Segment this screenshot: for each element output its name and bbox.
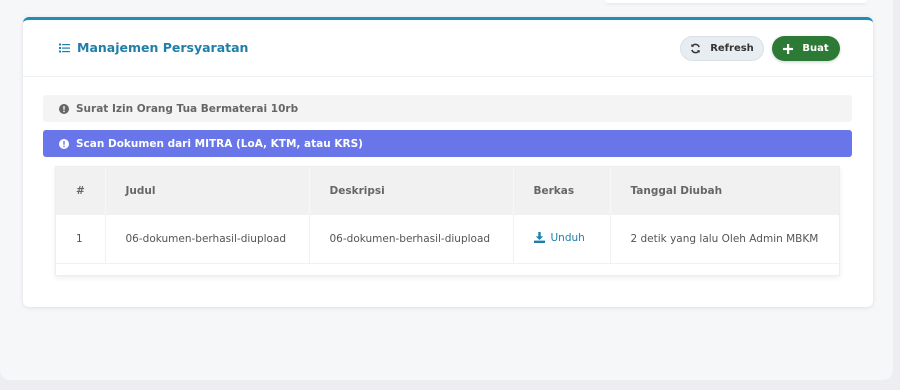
refresh-button[interactable]: Refresh: [680, 36, 764, 61]
table-row: 1 06-dokumen-berhasil-diupload 06-dokume…: [56, 215, 839, 264]
refresh-button-label: Refresh: [710, 43, 754, 54]
row-file-cell: Unduh: [513, 215, 611, 264]
column-header-description: Deskripsi: [309, 167, 514, 215]
info-circle-icon: [59, 103, 69, 114]
download-icon: [533, 232, 545, 243]
top-panel-edge: [605, 0, 867, 3]
plus-icon: [783, 43, 794, 54]
requirement-item-active[interactable]: Scan Dokumen dari MITRA (LoA, KTM, atau …: [43, 130, 852, 157]
documents-table: # Judul Deskripsi Berkas Tanggal Diubah …: [55, 166, 840, 276]
row-title: 06-dokumen-berhasil-diupload: [105, 215, 310, 264]
requirements-card: Manajemen Persyaratan Refresh Buat Surat…: [23, 17, 873, 307]
requirement-item[interactable]: Surat Izin Orang Tua Bermaterai 10rb: [43, 95, 852, 122]
download-link-label: Unduh: [550, 231, 585, 244]
table-header-row: # Judul Deskripsi Berkas Tanggal Diubah: [56, 167, 839, 215]
column-header-file: Berkas: [513, 167, 611, 215]
requirement-item-label: Scan Dokumen dari MITRA (LoA, KTM, atau …: [76, 137, 363, 150]
column-header-modified: Tanggal Diubah: [610, 167, 839, 215]
list-icon: [59, 43, 70, 52]
info-circle-icon: [59, 138, 69, 149]
row-number: 1: [56, 215, 106, 264]
card-header: Manajemen Persyaratan Refresh Buat: [23, 20, 873, 77]
row-modified: 2 detik yang lalu Oleh Admin MBKM: [610, 215, 839, 264]
page-title: Manajemen Persyaratan: [59, 40, 248, 55]
create-button-label: Buat: [802, 43, 829, 54]
row-description: 06-dokumen-berhasil-diupload: [309, 215, 514, 264]
column-header-title: Judul: [105, 167, 310, 215]
requirement-item-label: Surat Izin Orang Tua Bermaterai 10rb: [76, 102, 299, 115]
download-link[interactable]: Unduh: [533, 231, 585, 244]
page-title-text: Manajemen Persyaratan: [77, 40, 249, 55]
refresh-icon: [691, 43, 701, 54]
create-button[interactable]: Buat: [772, 36, 840, 61]
column-header-number: #: [56, 167, 106, 215]
